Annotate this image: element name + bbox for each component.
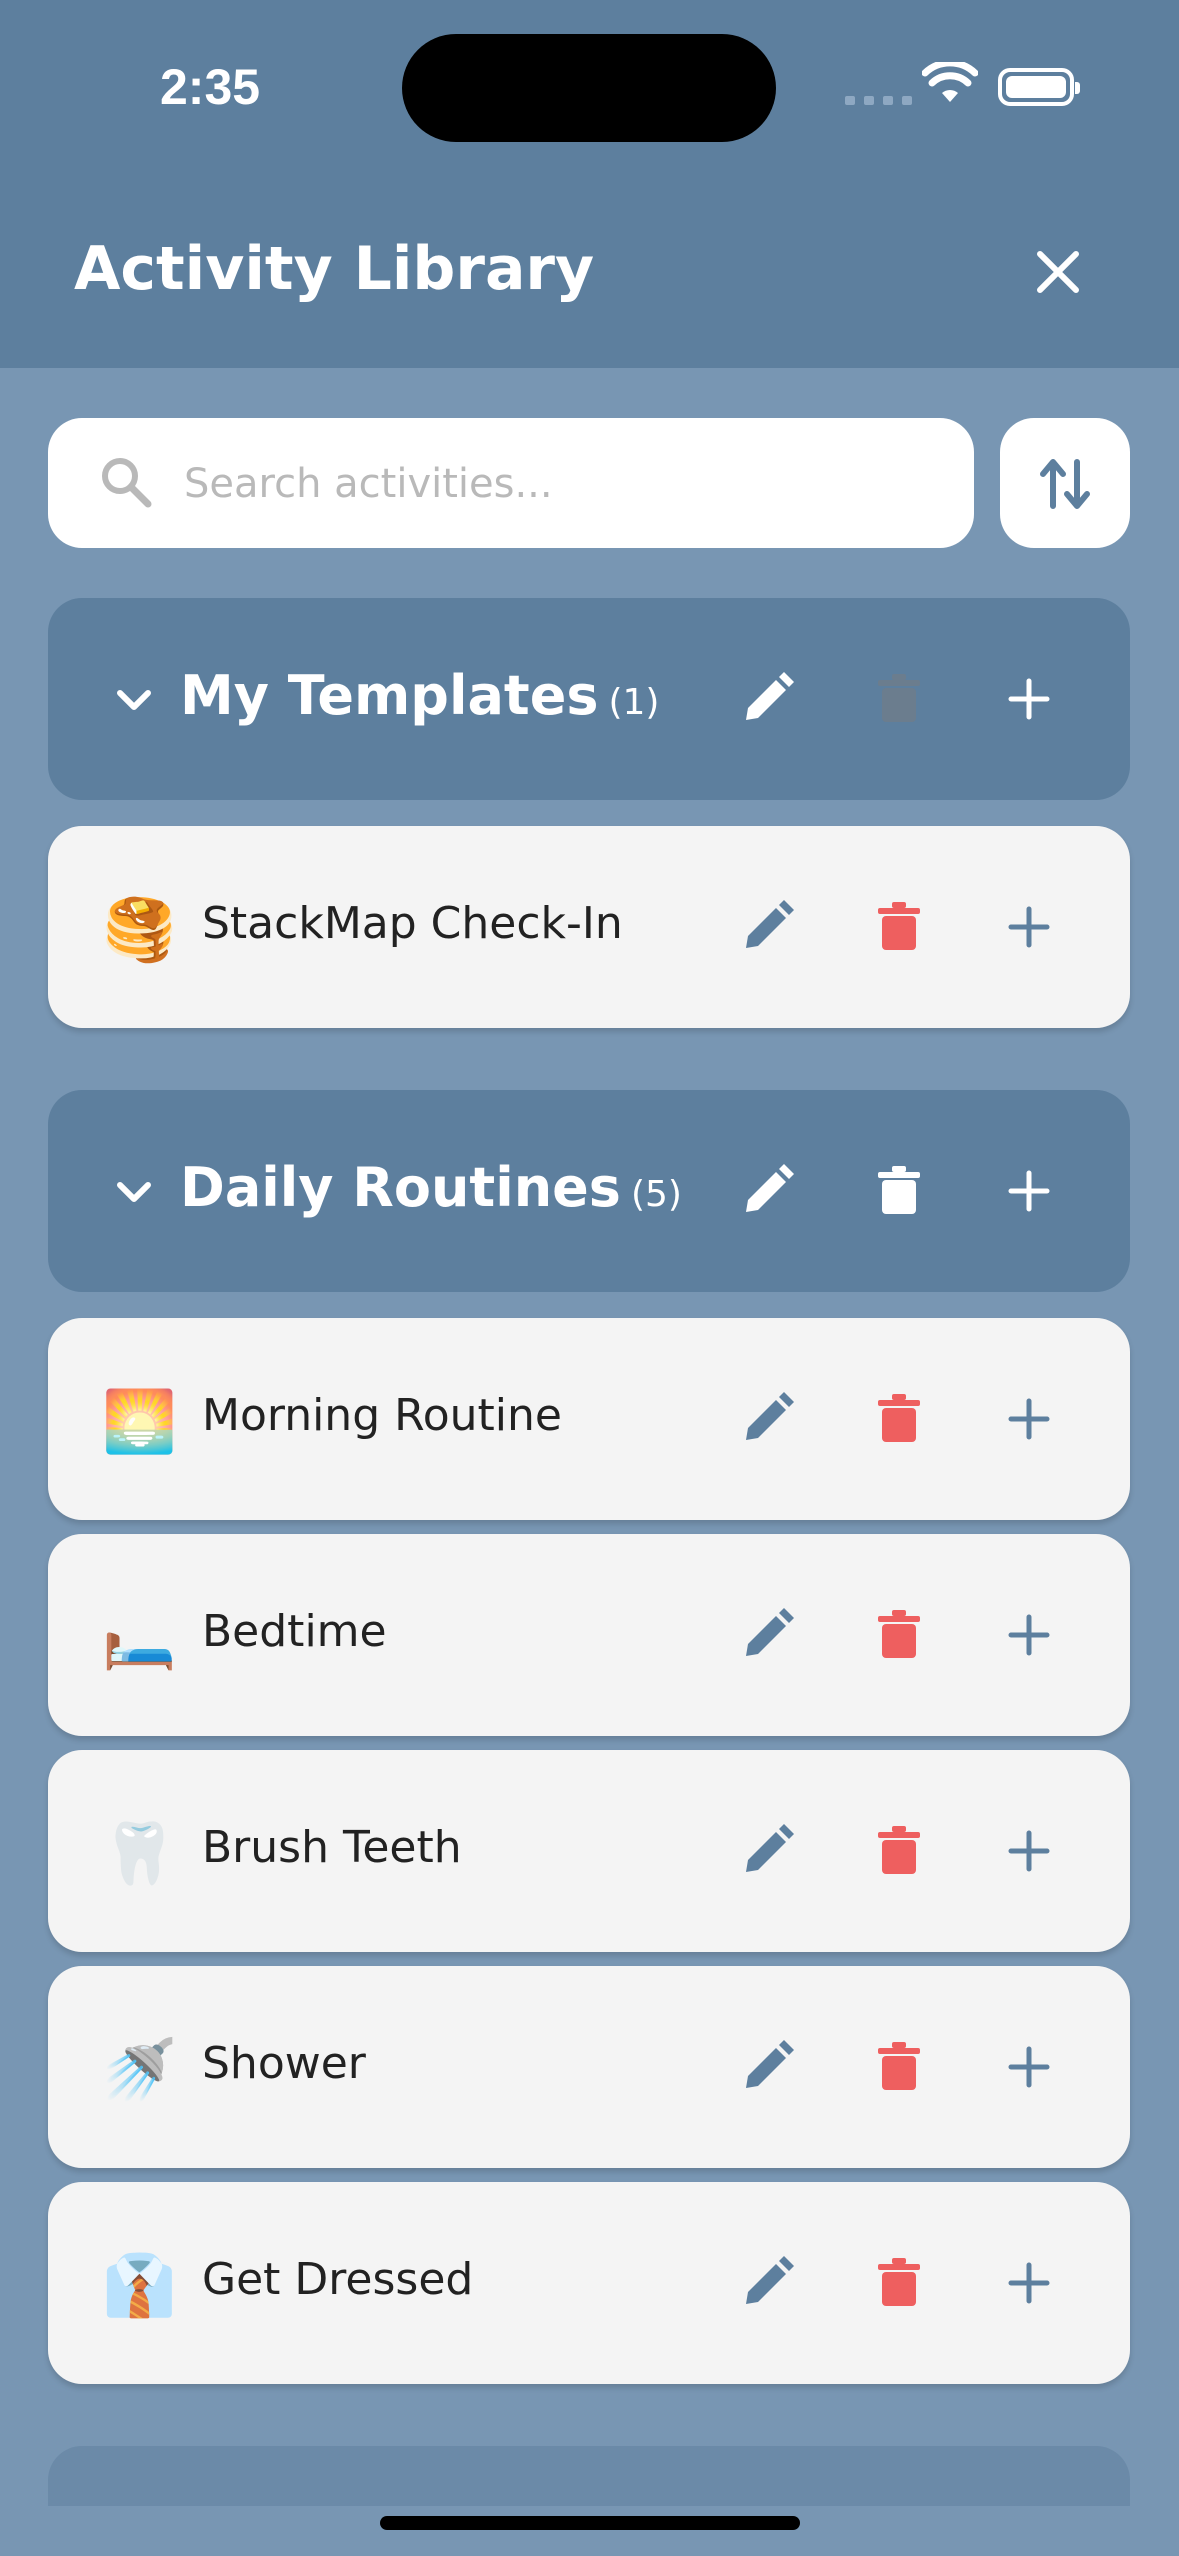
pencil-icon[interactable] [736, 668, 798, 730]
plus-icon[interactable] [998, 896, 1060, 958]
group-name: Daily Routines [180, 1156, 621, 1219]
activity-name: StackMap Check-In [202, 898, 623, 949]
search-input[interactable] [182, 448, 946, 520]
trash-icon[interactable] [868, 1388, 930, 1450]
search-box [48, 418, 974, 548]
list-item[interactable]: 🥞 StackMap Check-In [48, 826, 1130, 1028]
group-count: (1) [608, 682, 660, 723]
activity-emoji: 🥞 [102, 895, 177, 965]
plus-icon[interactable] [998, 1160, 1060, 1222]
plus-icon[interactable] [998, 1820, 1060, 1882]
activity-name: Bedtime [202, 1606, 387, 1657]
close-icon[interactable] [1028, 242, 1088, 302]
dynamic-island [402, 34, 776, 142]
pencil-icon[interactable] [736, 1604, 798, 1666]
plus-icon[interactable] [998, 668, 1060, 730]
wifi-icon [922, 62, 978, 102]
pencil-icon[interactable] [736, 896, 798, 958]
group-name: My Templates [180, 664, 599, 727]
header-bar: 2:35 Activity Library [0, 0, 1179, 368]
pencil-icon[interactable] [736, 1388, 798, 1450]
list-item[interactable]: 🚿 Shower [48, 1966, 1130, 2168]
home-indicator[interactable] [380, 2516, 800, 2530]
activity-name: Morning Routine [202, 1390, 562, 1441]
trash-icon[interactable] [868, 1820, 930, 1882]
list-item[interactable]: 👔 Get Dressed [48, 2182, 1130, 2384]
activity-name: Brush Teeth [202, 1822, 462, 1873]
activity-emoji: 👔 [102, 2251, 177, 2321]
activity-name: Shower [202, 2038, 366, 2089]
trash-icon[interactable] [868, 2252, 930, 2314]
group-count: (5) [630, 1174, 682, 1215]
activity-emoji: 🚿 [102, 2035, 177, 2105]
plus-icon[interactable] [998, 2036, 1060, 2098]
list-item[interactable]: 🛏️ Bedtime [48, 1534, 1130, 1736]
search-icon [102, 458, 152, 508]
battery-icon [998, 68, 1080, 106]
plus-icon[interactable] [998, 1388, 1060, 1450]
trash-icon [878, 674, 920, 722]
group-header-daily-routines[interactable]: Daily Routines (5) [48, 1090, 1130, 1292]
chevron-down-icon[interactable] [112, 1170, 156, 1214]
list-item[interactable]: 🌅 Morning Routine [48, 1318, 1130, 1520]
group-title: Daily Routines (5) [180, 1156, 682, 1219]
group-title: My Templates (1) [180, 664, 659, 727]
trash-icon[interactable] [868, 1604, 930, 1666]
sort-button[interactable] [1000, 418, 1130, 548]
cellular-signal-icon [845, 96, 912, 105]
pencil-icon[interactable] [736, 1820, 798, 1882]
activity-emoji: 🛏️ [102, 1603, 177, 1673]
trash-icon[interactable] [868, 2036, 930, 2098]
chevron-down-icon[interactable] [112, 678, 156, 722]
group-header-partial[interactable] [48, 2446, 1130, 2506]
pencil-icon[interactable] [736, 2036, 798, 2098]
activity-emoji: 🌅 [102, 1387, 177, 1457]
status-time: 2:35 [160, 59, 261, 115]
activity-emoji: 🦷 [102, 1819, 177, 1889]
list-item[interactable]: 🦷 Brush Teeth [48, 1750, 1130, 1952]
group-header-my-templates[interactable]: My Templates (1) [48, 598, 1130, 800]
activity-name: Get Dressed [202, 2254, 474, 2305]
page-title: Activity Library [74, 234, 595, 304]
pencil-icon[interactable] [736, 1160, 798, 1222]
trash-icon[interactable] [868, 1160, 930, 1222]
plus-icon[interactable] [998, 2252, 1060, 2314]
trash-icon[interactable] [868, 896, 930, 958]
sort-icon [1040, 459, 1090, 509]
pencil-icon[interactable] [736, 2252, 798, 2314]
plus-icon[interactable] [998, 1604, 1060, 1666]
